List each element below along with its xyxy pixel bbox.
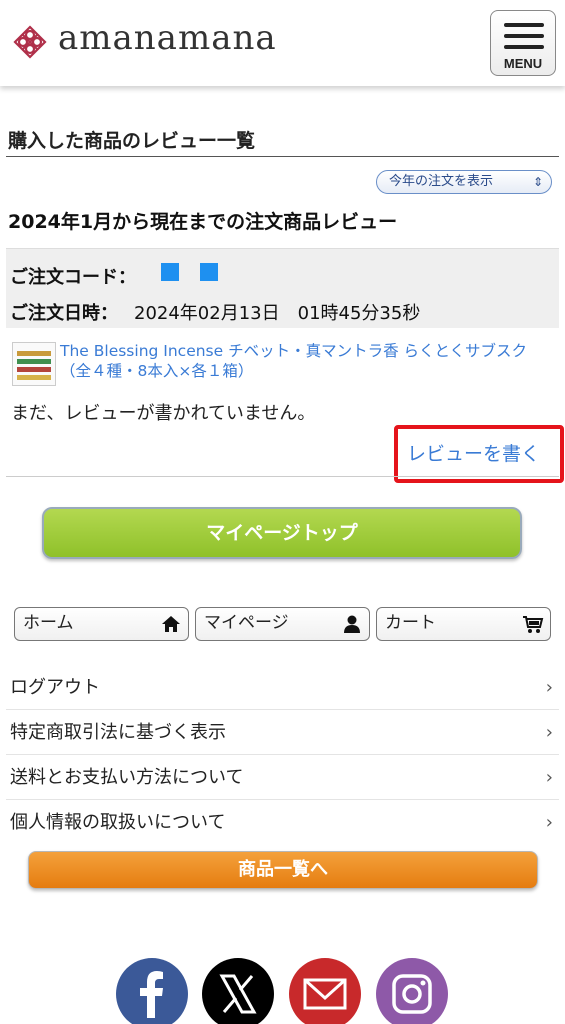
instagram-icon[interactable] — [376, 958, 448, 1024]
section-title: 2024年1月から現在までの注文商品レビュー — [8, 211, 398, 233]
facebook-icon[interactable] — [116, 958, 188, 1024]
cart-icon — [523, 616, 544, 633]
redacted-block — [200, 263, 218, 281]
site-header: amanamana MENU — [0, 0, 565, 86]
shipping-payment-link[interactable]: 送料とお支払い方法について › — [6, 756, 559, 800]
year-filter-value: 今年の注文を表示 — [389, 174, 494, 189]
product-thumbnail[interactable] — [12, 342, 56, 386]
privacy-label: 個人情報の取扱いについて — [10, 812, 226, 833]
chevron-right-icon: › — [545, 677, 553, 698]
shipping-payment-label: 送料とお支払い方法について — [10, 767, 244, 788]
home-button[interactable]: ホーム — [14, 607, 189, 641]
no-review-message: まだ、レビューが書かれていません。 — [11, 403, 316, 424]
logout-link[interactable]: ログアウト › — [6, 666, 559, 710]
hamburger-icon — [504, 23, 544, 27]
chevron-right-icon: › — [545, 722, 553, 743]
commercial-law-link[interactable]: 特定商取引法に基づく表示 › — [6, 711, 559, 755]
chevron-right-icon: › — [545, 767, 553, 788]
page-title: 購入した商品のレビュー一覧 — [8, 130, 256, 152]
cart-button[interactable]: カート — [376, 607, 551, 641]
order-date-value: 2024年02月13日 01時45分35秒 — [134, 303, 421, 324]
order-date-label: ご注文日時： — [10, 303, 118, 324]
mypage-button[interactable]: マイページ — [195, 607, 370, 641]
title-divider — [6, 156, 559, 157]
logo-text[interactable]: amanamana — [58, 18, 277, 58]
home-icon — [162, 616, 180, 632]
logo-icon[interactable] — [12, 24, 48, 60]
mypage-label: マイページ — [204, 613, 289, 633]
privacy-link[interactable]: 個人情報の取扱いについて › — [6, 801, 559, 845]
menu-label: MENU — [503, 56, 543, 71]
chevron-right-icon: › — [545, 812, 553, 833]
year-filter-select[interactable]: 今年の注文を表示 ⇕ — [376, 170, 552, 194]
user-icon — [344, 615, 360, 633]
product-link[interactable]: The Blessing Incense チベット・真マントラ香 らくとくサブス… — [60, 341, 555, 381]
mail-icon[interactable] — [289, 958, 361, 1024]
order-code-label: ご注文コード： — [10, 267, 136, 288]
redacted-block — [161, 263, 179, 281]
products-list-button[interactable]: 商品一覧へ — [28, 851, 538, 889]
select-arrows-icon: ⇕ — [532, 175, 543, 189]
commercial-law-label: 特定商取引法に基づく表示 — [10, 722, 226, 743]
logout-label: ログアウト — [10, 677, 100, 698]
divider — [6, 476, 559, 477]
mypage-top-button[interactable]: マイページトップ — [42, 507, 522, 559]
menu-button[interactable]: MENU — [490, 10, 556, 76]
home-label: ホーム — [23, 613, 74, 633]
cart-label: カート — [385, 613, 436, 633]
order-info-box: ご注文コード： ご注文日時： 2024年02月13日 01時45分35秒 — [6, 248, 559, 328]
x-icon[interactable] — [202, 958, 274, 1024]
write-review-link[interactable]: レビューを書く — [407, 439, 540, 466]
